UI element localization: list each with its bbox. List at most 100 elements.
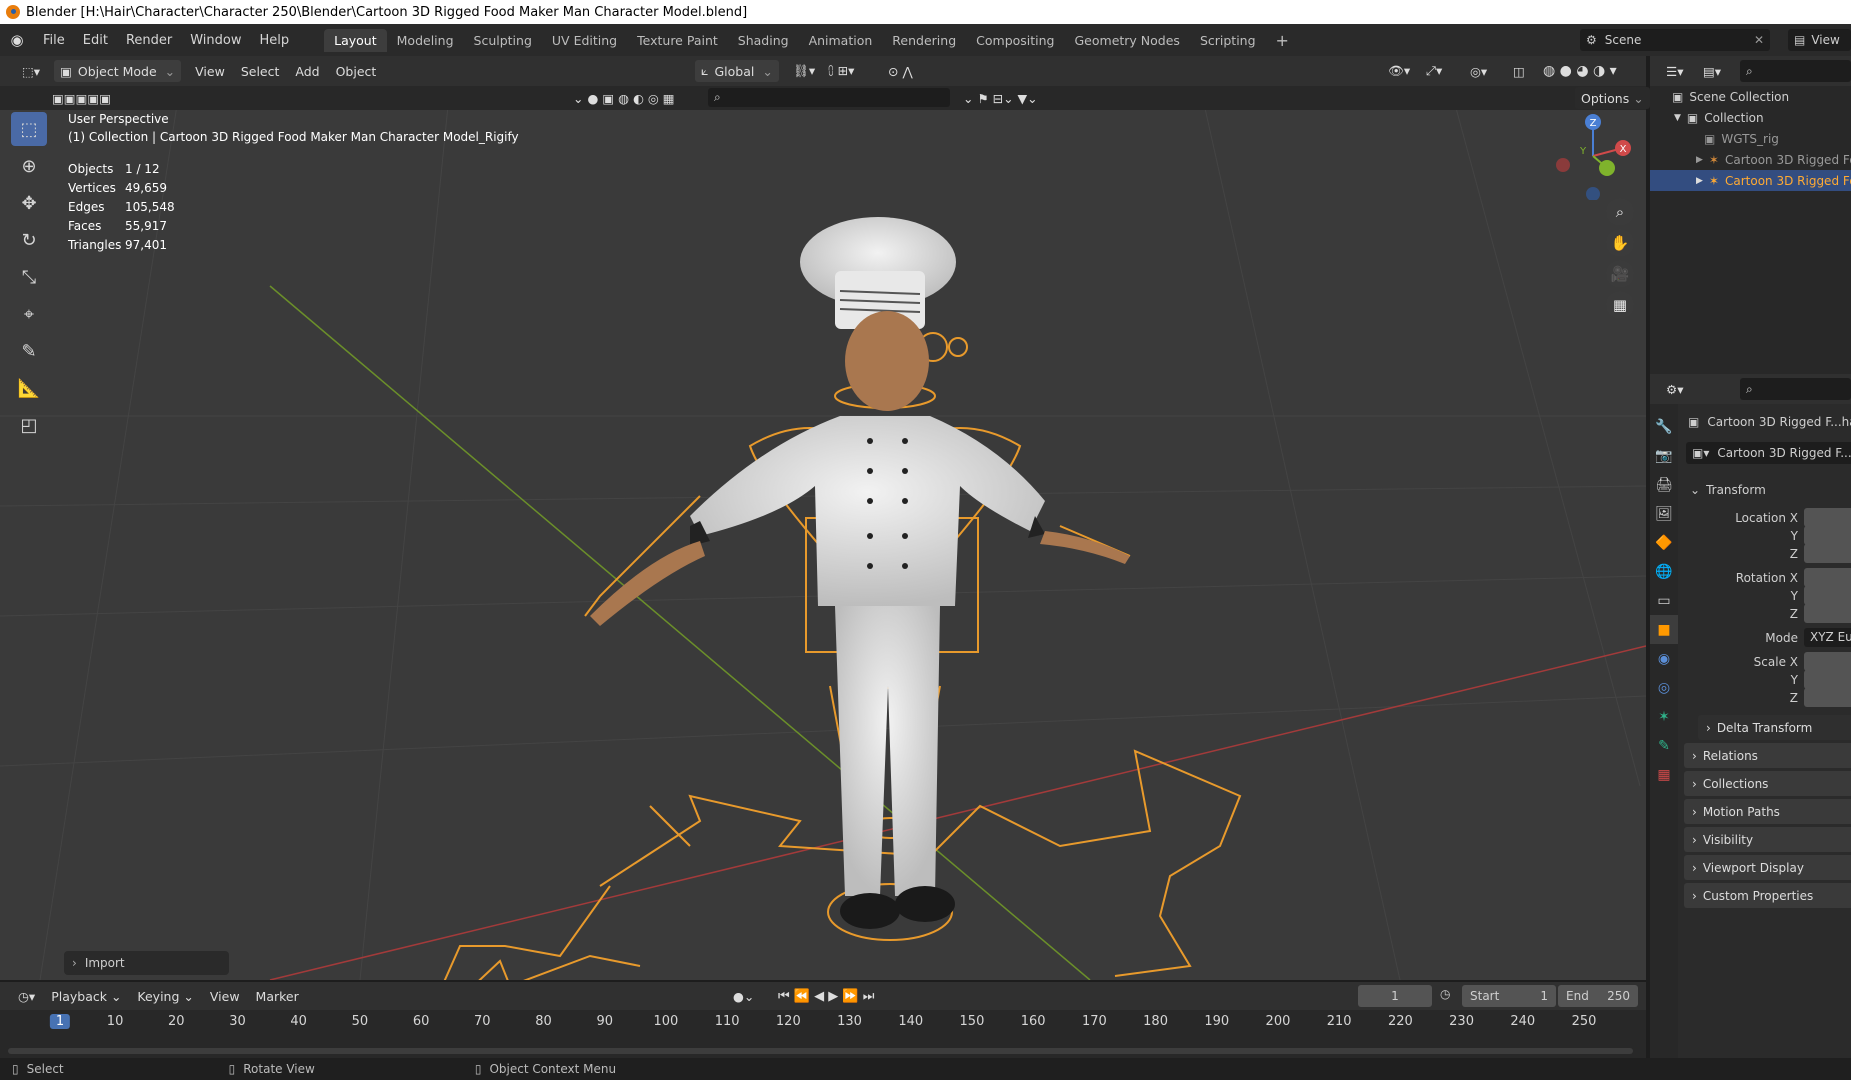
object-name-row[interactable]: ▣ Cartoon 3D Rigged F...haracter — [1678, 412, 1851, 432]
3d-viewport[interactable]: User Perspective (1) Collection | Cartoo… — [0, 86, 1646, 980]
record-keyframe-icon[interactable]: ●⌄ — [725, 985, 762, 1007]
current-frame-marker[interactable]: 1 — [49, 1014, 71, 1029]
expand-down-icon[interactable]: ▼ — [1674, 113, 1681, 123]
scene-selector[interactable]: ⚙ Scene ✕ — [1580, 29, 1770, 51]
current-frame-field[interactable]: 1 — [1358, 985, 1432, 1007]
properties-search-input[interactable]: ⌕ — [1740, 378, 1851, 400]
blender-menu-icon[interactable]: ◉ — [0, 31, 34, 49]
rotation-x-field[interactable] — [1804, 568, 1851, 587]
data-selector[interactable]: ▣▾ Cartoon 3D Rigged F...acter_Rigify — [1686, 442, 1851, 464]
panel-motion-paths[interactable]: › Motion Paths — [1684, 799, 1851, 824]
world-tab-icon[interactable]: 🌐 — [1650, 557, 1678, 586]
constraint-tab-icon[interactable]: ◎ — [1650, 673, 1678, 702]
shading-modes-icon[interactable]: ◍ ● ◕ ◑ ▾ — [1535, 60, 1625, 82]
pan-hand-icon[interactable]: ✋ — [1606, 229, 1634, 257]
annotate-tool[interactable]: ✎ — [11, 334, 47, 368]
output-tab-icon[interactable]: 🖨 — [1650, 470, 1678, 499]
properties-editor-icon[interactable]: ⚙▾ — [1658, 378, 1691, 400]
scale-x-field[interactable] — [1804, 652, 1851, 671]
rotate-tool[interactable]: ↻ — [11, 223, 47, 257]
tab-rendering[interactable]: Rendering — [882, 29, 966, 52]
expand-right-icon[interactable]: ▶ — [1696, 176, 1703, 186]
visibility-icon[interactable]: 👁▾ — [1380, 60, 1418, 82]
texture-tab-icon[interactable]: ▦ — [1650, 760, 1678, 789]
menu-select[interactable]: Select — [233, 60, 288, 82]
menu-playback[interactable]: Playback ⌄ — [43, 985, 129, 1007]
add-cube-tool[interactable]: ◰ — [11, 408, 47, 442]
proportional-edit-icon[interactable]: ⊙ ⋀ — [880, 60, 921, 82]
rotation-mode-dropdown[interactable]: XYZ Euler — [1804, 628, 1851, 647]
cursor-tool[interactable]: ⊕ — [11, 149, 47, 183]
end-frame-field[interactable]: End 250 — [1558, 985, 1638, 1007]
outliner-search-input[interactable]: ⌕ — [1740, 60, 1851, 82]
tool-tab-icon[interactable]: 🔧 — [1650, 412, 1678, 441]
collection-tab-icon[interactable]: ▭ — [1650, 586, 1678, 615]
snap-icon[interactable]: ⩇ ⊞▾ — [820, 60, 862, 82]
menu-window[interactable]: Window — [181, 33, 250, 48]
tab-shading[interactable]: Shading — [728, 29, 799, 52]
outliner-item-selected[interactable]: ▶ ✶ Cartoon 3D Rigged Food Maker — [1650, 170, 1851, 191]
outliner-item[interactable]: ▶ ✶ Cartoon 3D Rigged Food Maker — [1650, 149, 1851, 170]
playback-controls[interactable]: ⏮ ⏪ ◀ ▶ ⏩ ⏭ — [770, 985, 882, 1007]
tab-modeling[interactable]: Modeling — [387, 29, 464, 52]
location-x-field[interactable] — [1804, 508, 1851, 527]
scale-z-field[interactable] — [1804, 688, 1851, 707]
menu-file[interactable]: File — [34, 33, 74, 48]
mode-dropdown[interactable]: ▣ Object Mode ⌄ — [54, 60, 182, 82]
panel-delta-transform[interactable]: › Delta Transform — [1698, 715, 1851, 740]
options-dropdown[interactable]: Options ⌄ — [1575, 87, 1650, 109]
start-frame-field[interactable]: Start 1 — [1462, 985, 1556, 1007]
tab-texture-paint[interactable]: Texture Paint — [627, 29, 728, 52]
clock-icon[interactable]: ◷ — [1440, 987, 1450, 1001]
collection-filter-icons[interactable]: ⌄ ● ▣ ◍ ◐ ◎ ▦ — [565, 87, 683, 109]
panel-relations[interactable]: › Relations — [1684, 743, 1851, 768]
bone-tab-icon[interactable]: ✎ — [1650, 731, 1678, 760]
tab-scripting[interactable]: Scripting — [1190, 29, 1266, 52]
move-tool[interactable]: ✥ — [11, 186, 47, 220]
transform-orientation-dropdown[interactable]: ⟀ Global ⌄ — [695, 60, 779, 82]
panel-transform-header[interactable]: ⌄ Transform — [1678, 480, 1851, 500]
filter-icons[interactable]: ⌄ ⚑ ⊟⌄ ▼⌄ — [955, 87, 1046, 109]
object-tab-icon[interactable]: ■ — [1650, 615, 1678, 644]
armature-data-tab-icon[interactable]: ✶ — [1650, 702, 1678, 731]
add-workspace-button[interactable]: + — [1266, 27, 1299, 54]
tab-layout[interactable]: Layout — [324, 28, 387, 52]
select-box-tool[interactable]: ⬚ — [11, 112, 47, 146]
tab-geometry-nodes[interactable]: Geometry Nodes — [1065, 29, 1190, 52]
tab-sculpting[interactable]: Sculpting — [464, 29, 542, 52]
menu-view[interactable]: View — [187, 60, 233, 82]
view-layer-tab-icon[interactable]: 🖼 — [1650, 499, 1678, 528]
panel-custom-properties[interactable]: › Custom Properties — [1684, 883, 1851, 908]
menu-timeline-view[interactable]: View — [202, 985, 248, 1007]
timeline-editor-icon[interactable]: ◷▾ — [10, 985, 43, 1007]
outliner-editor-icon[interactable]: ☰▾ — [1658, 60, 1691, 82]
rotation-y-field[interactable] — [1804, 586, 1851, 605]
overlays-icon[interactable]: ◎▾ — [1462, 60, 1495, 82]
modifier-tab-icon[interactable]: ◉ — [1650, 644, 1678, 673]
menu-edit[interactable]: Edit — [74, 33, 117, 48]
ortho-grid-icon[interactable]: ▦ — [1606, 291, 1634, 319]
view-layer-selector[interactable]: ▤ View — [1788, 29, 1851, 51]
scale-y-field[interactable] — [1804, 670, 1851, 689]
menu-render[interactable]: Render — [117, 33, 181, 48]
menu-marker[interactable]: Marker — [248, 985, 307, 1007]
zoom-icon[interactable]: ⌕ — [1606, 198, 1634, 226]
xray-icon[interactable]: ◫ — [1505, 60, 1533, 82]
editor-type-icon[interactable]: ⬚▾ — [14, 60, 48, 82]
pivot-icon[interactable]: ⛓▾ — [785, 60, 823, 82]
rotation-z-field[interactable] — [1804, 604, 1851, 623]
display-mode-icon[interactable]: ▤▾ — [1695, 60, 1729, 82]
scale-tool[interactable]: ⤡ — [11, 260, 47, 294]
scene-tab-icon[interactable]: 🔶 — [1650, 528, 1678, 557]
render-tab-icon[interactable]: 📷 — [1650, 441, 1678, 470]
menu-help[interactable]: Help — [251, 33, 299, 48]
tab-compositing[interactable]: Compositing — [966, 29, 1064, 52]
measure-tool[interactable]: 📐 — [11, 371, 47, 405]
tab-animation[interactable]: Animation — [799, 29, 883, 52]
location-y-field[interactable] — [1804, 526, 1851, 545]
outliner-item[interactable]: ▼ ▣ Collection — [1650, 107, 1851, 128]
menu-add[interactable]: Add — [287, 60, 327, 82]
panel-viewport-display[interactable]: › Viewport Display — [1684, 855, 1851, 880]
navigation-gizmo[interactable]: Z X Y — [1545, 110, 1635, 200]
close-icon[interactable]: ✕ — [1754, 33, 1764, 47]
